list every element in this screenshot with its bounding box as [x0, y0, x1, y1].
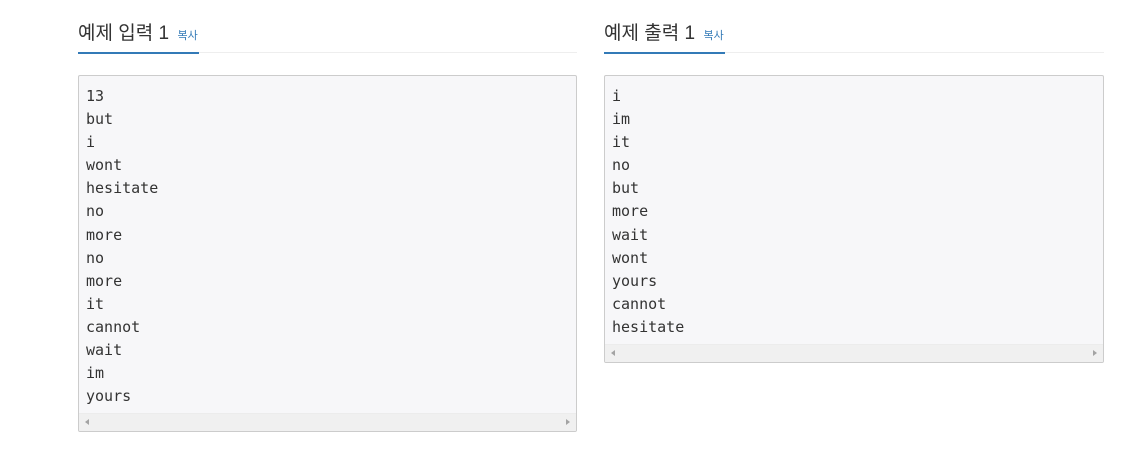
sample-input-box: 13 but i wont hesitate no more no more i…	[78, 75, 577, 432]
sample-output-title: 예제 출력 1	[604, 23, 696, 44]
sample-output-header: 예제 출력 1 복사	[604, 0, 1104, 54]
sample-output-box: i im it no but more wait wont yours cann…	[604, 75, 1104, 363]
sample-input-section: 예제 입력 1 복사 13 but i wont hesitate no mor…	[78, 0, 577, 432]
horizontal-scrollbar[interactable]	[79, 413, 576, 431]
horizontal-scrollbar[interactable]	[605, 344, 1103, 362]
copy-output-button[interactable]: 복사	[704, 30, 724, 42]
copy-input-button[interactable]: 복사	[178, 30, 198, 42]
sample-output-heading-tab: 예제 출력 1 복사	[604, 18, 725, 54]
sample-output-section: 예제 출력 1 복사 i im it no but more wait wont…	[604, 0, 1104, 363]
sample-input-heading-tab: 예제 입력 1 복사	[78, 18, 199, 54]
scroll-left-arrow-icon[interactable]	[85, 419, 89, 425]
scroll-right-arrow-icon[interactable]	[566, 419, 570, 425]
sample-input-header: 예제 입력 1 복사	[78, 0, 577, 54]
sample-input-title: 예제 입력 1	[78, 23, 170, 44]
scroll-left-arrow-icon[interactable]	[611, 350, 615, 356]
sample-output-text: i im it no but more wait wont yours cann…	[612, 87, 685, 336]
sample-input-text: 13 but i wont hesitate no more no more i…	[86, 87, 159, 406]
scroll-right-arrow-icon[interactable]	[1093, 350, 1097, 356]
